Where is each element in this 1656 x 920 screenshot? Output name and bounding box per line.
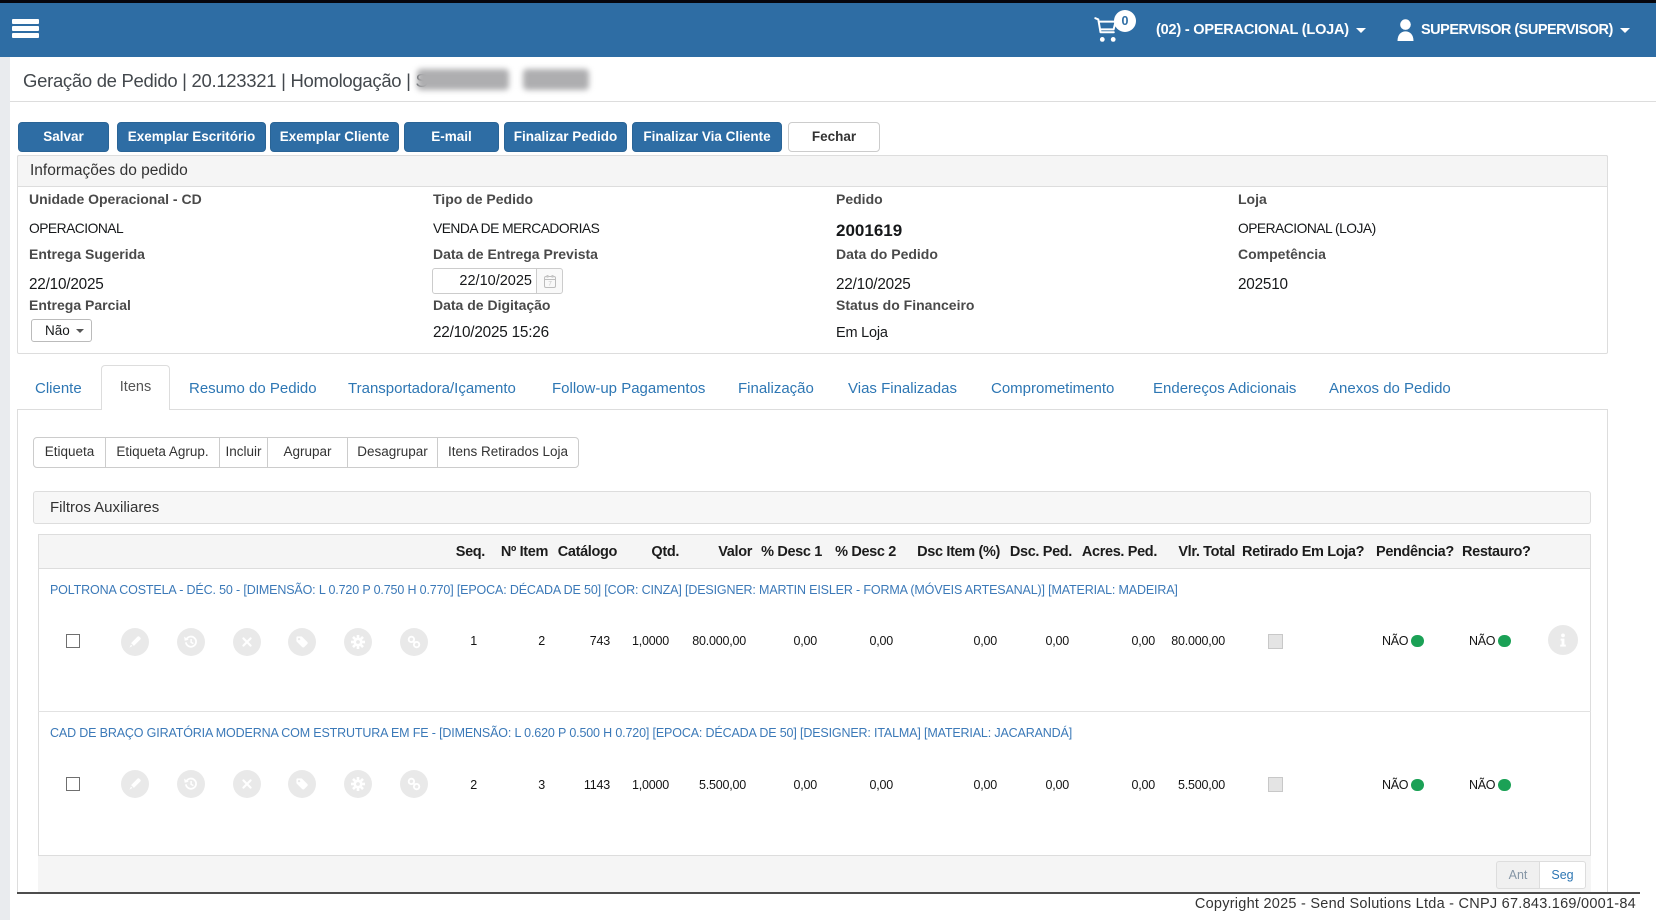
svg-text:7: 7: [548, 281, 552, 288]
